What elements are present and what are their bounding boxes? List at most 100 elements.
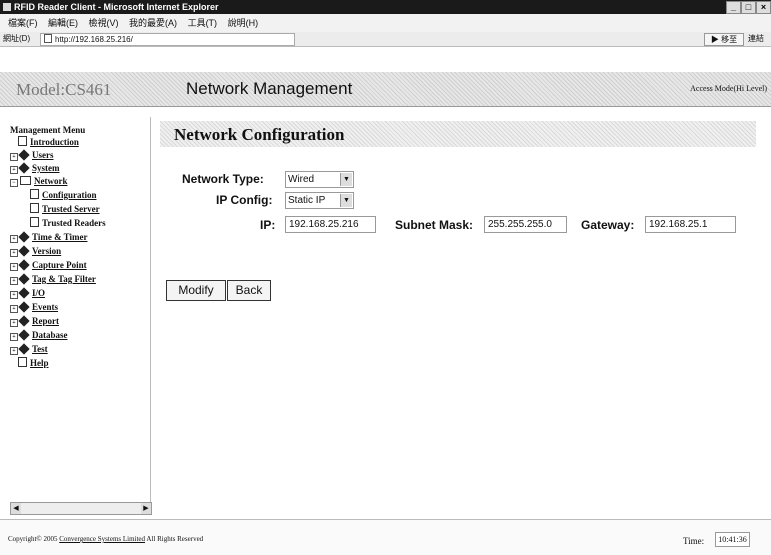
copyright-text: Copyright© 2005 Convergence Systems Limi…	[8, 535, 203, 543]
expand-icon[interactable]: +	[10, 263, 18, 271]
section-title: Network Configuration	[174, 125, 345, 144]
ip-config-label: IP Config:	[216, 193, 273, 207]
document-icon	[30, 189, 39, 199]
sidebar-item-events[interactable]: + Events	[10, 301, 58, 314]
model-label: Model:CS461	[16, 80, 112, 99]
expand-icon[interactable]: +	[10, 235, 18, 243]
maximize-button[interactable]: □	[741, 1, 756, 14]
sidebar-item-system[interactable]: + System	[10, 162, 60, 175]
sidebar-item-tag-filter[interactable]: + Tag & Tag Filter	[10, 273, 96, 286]
sidebar-item-io[interactable]: + I/O	[10, 287, 45, 300]
menu-bar: 檔案(F) 編輯(E) 檢視(V) 我的最愛(A) 工具(T) 說明(H)	[0, 14, 771, 32]
sidebar-item-trusted-readers[interactable]: Trusted Readers	[30, 217, 106, 230]
management-menu-title: Management Menu	[10, 125, 86, 135]
menu-help[interactable]: 說明(H)	[228, 18, 259, 28]
document-icon	[18, 357, 27, 367]
diamond-icon	[18, 315, 30, 327]
expand-icon[interactable]: +	[10, 319, 18, 327]
sidebar-item-time-timer[interactable]: + Time & Timer	[10, 231, 88, 244]
sidebar-item-label: Introduction	[30, 137, 79, 147]
scroll-right-icon[interactable]: ▶	[141, 503, 151, 514]
ip-label: IP:	[260, 218, 276, 232]
menu-edit[interactable]: 編輯(E)	[48, 18, 78, 28]
sidebar-horizontal-scrollbar[interactable]: ◀ ▶	[10, 502, 152, 515]
links-button[interactable]: 連結	[748, 32, 764, 46]
sidebar-item-label: Database	[32, 330, 68, 340]
management-menu-sidebar: Management Menu Introduction + Users + Sys…	[10, 117, 152, 515]
copyright-prefix: Copyright© 2005	[8, 535, 58, 543]
diamond-icon	[18, 245, 30, 257]
sidebar-item-label: System	[32, 163, 60, 173]
access-mode-label: Access Mode(Hi Level)	[690, 84, 767, 93]
sidebar-item-capture-point[interactable]: + Capture Point	[10, 259, 87, 272]
sidebar-item-label: Help	[30, 358, 49, 368]
expand-icon[interactable]: +	[10, 347, 18, 355]
sidebar-item-introduction[interactable]: Introduction	[18, 136, 79, 149]
sidebar-item-label: Report	[32, 316, 59, 326]
menu-tools[interactable]: 工具(T)	[188, 18, 218, 28]
expand-icon[interactable]: +	[10, 277, 18, 285]
sidebar-item-label: I/O	[32, 288, 46, 298]
ip-config-select[interactable]: Static IP ▼	[285, 192, 354, 209]
diamond-icon	[18, 273, 30, 285]
sidebar-item-database[interactable]: + Database	[10, 329, 68, 342]
address-url: http://192.168.25.216/	[55, 35, 133, 44]
page-heading: Network Management	[186, 79, 353, 98]
menu-file[interactable]: 檔案(F)	[8, 18, 38, 28]
sidebar-item-users[interactable]: + Users	[10, 149, 54, 162]
subnet-mask-label: Subnet Mask:	[395, 218, 474, 232]
diamond-icon	[18, 329, 30, 341]
section-header-band: Network Configuration	[160, 121, 756, 147]
app-icon	[3, 3, 11, 11]
main-content: Network Configuration Network Type: Wire…	[157, 117, 771, 517]
expand-icon[interactable]: +	[10, 153, 18, 161]
folder-icon	[20, 176, 31, 185]
close-button[interactable]: ×	[756, 1, 771, 14]
go-button[interactable]: ▶ 移至	[704, 33, 744, 46]
page-header-band: Model:CS461 Network Management Access Mo…	[0, 72, 771, 107]
expand-icon[interactable]: +	[10, 249, 18, 257]
minimize-button[interactable]: _	[726, 1, 741, 14]
sidebar-item-label: Time & Timer	[32, 232, 88, 242]
network-type-select[interactable]: Wired ▼	[285, 171, 354, 188]
expand-icon[interactable]: +	[10, 291, 18, 299]
diamond-icon	[18, 259, 30, 271]
sidebar-item-label: Capture Point	[32, 260, 87, 270]
menu-favorites[interactable]: 我的最愛(A)	[129, 18, 177, 28]
sidebar-item-help[interactable]: Help	[18, 357, 49, 370]
document-icon	[30, 217, 39, 227]
rights-text: All Rights Reserved	[146, 535, 204, 543]
sidebar-item-trusted-server[interactable]: Trusted Server	[30, 203, 100, 216]
expand-icon[interactable]: +	[10, 166, 18, 174]
back-button[interactable]: Back	[227, 280, 271, 301]
ip-input[interactable]: 192.168.25.216	[285, 216, 376, 233]
sidebar-item-report[interactable]: + Report	[10, 315, 59, 328]
collapse-icon[interactable]: −	[10, 179, 18, 187]
menu-view[interactable]: 檢視(V)	[89, 18, 119, 28]
sidebar-item-label: Trusted Server	[42, 204, 100, 214]
page-icon	[44, 34, 52, 43]
gateway-label: Gateway:	[581, 218, 635, 232]
expand-icon[interactable]: +	[10, 333, 18, 341]
subnet-mask-input[interactable]: 255.255.255.0	[484, 216, 567, 233]
expand-icon[interactable]: +	[10, 305, 18, 313]
sidebar-item-label: Test	[32, 344, 48, 354]
modify-button[interactable]: Modify	[166, 280, 226, 301]
company-link[interactable]: Convergence Systems Limited	[59, 535, 145, 543]
sidebar-item-configuration[interactable]: Configuration	[30, 189, 97, 202]
scroll-left-icon[interactable]: ◀	[11, 503, 21, 514]
gateway-input[interactable]: 192.168.25.1	[645, 216, 736, 233]
sidebar-item-version[interactable]: + Version	[10, 245, 61, 258]
diamond-icon	[18, 343, 30, 355]
diamond-icon	[18, 287, 30, 299]
sidebar-item-test[interactable]: + Test	[10, 343, 48, 356]
sidebar-item-label: Users	[32, 150, 54, 160]
time-value: 10:41:36	[715, 532, 750, 547]
sidebar-item-network[interactable]: − Network	[10, 175, 68, 188]
go-label: 移至	[721, 35, 738, 44]
chevron-down-icon: ▼	[340, 194, 352, 207]
address-bar: 網址(D) http://192.168.25.216/ ▶ 移至 連結	[0, 32, 771, 47]
ip-config-value: Static IP	[288, 195, 326, 206]
address-field[interactable]: http://192.168.25.216/	[40, 33, 295, 46]
window-title-bar: RFID Reader Client - Microsoft Internet …	[0, 0, 771, 14]
